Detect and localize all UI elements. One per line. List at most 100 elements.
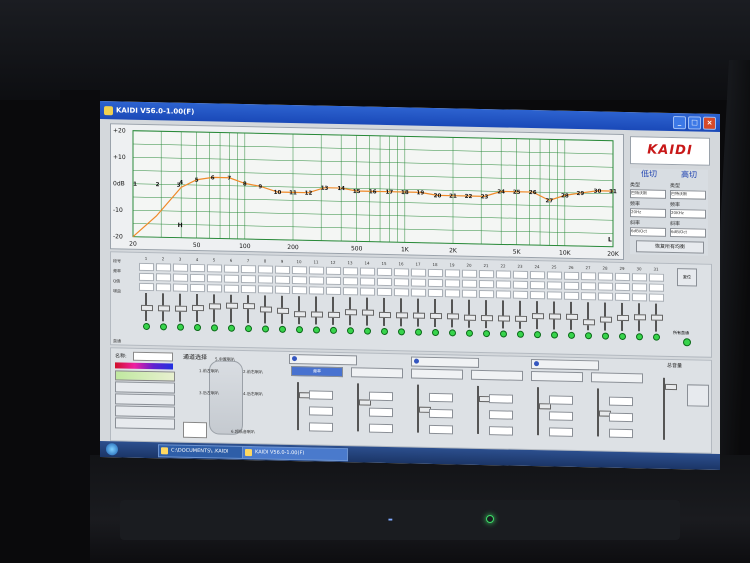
band-slider-knob[interactable] bbox=[226, 302, 238, 309]
band-gain-slider[interactable] bbox=[481, 300, 493, 329]
band-q-field[interactable] bbox=[615, 282, 630, 292]
param-value-field[interactable] bbox=[489, 394, 513, 404]
param-value-field[interactable] bbox=[429, 392, 453, 403]
master-volume-knob[interactable] bbox=[665, 383, 677, 391]
param-column-title[interactable] bbox=[531, 371, 583, 383]
band-bypass-led-icon[interactable] bbox=[414, 328, 422, 336]
param-slider[interactable] bbox=[357, 383, 371, 432]
band-freq-field[interactable] bbox=[496, 270, 511, 279]
band-slider-knob[interactable] bbox=[328, 311, 340, 319]
band-gain-field[interactable] bbox=[224, 284, 239, 293]
band-q-field[interactable] bbox=[292, 276, 307, 285]
band-gain-slider[interactable] bbox=[447, 299, 459, 328]
param-value-field[interactable] bbox=[309, 422, 333, 432]
band-slider-knob[interactable] bbox=[634, 313, 646, 320]
band-freq-field[interactable] bbox=[343, 267, 358, 276]
band-slider-knob[interactable] bbox=[566, 313, 578, 321]
band-gain-field[interactable] bbox=[190, 283, 205, 293]
band-slider-knob[interactable] bbox=[617, 314, 629, 322]
band-slider-knob[interactable] bbox=[413, 312, 425, 319]
band-q-field[interactable] bbox=[598, 282, 613, 291]
band-gain-field[interactable] bbox=[496, 290, 511, 299]
group-tab-2[interactable] bbox=[411, 356, 479, 368]
band-freq-field[interactable] bbox=[139, 262, 154, 272]
band-freq-field[interactable] bbox=[190, 263, 205, 273]
band-bypass-led-icon[interactable] bbox=[533, 331, 541, 339]
band-slider-knob[interactable] bbox=[175, 305, 187, 312]
band-q-field[interactable] bbox=[173, 273, 188, 282]
band-freq-field[interactable] bbox=[173, 263, 188, 272]
param-slider[interactable] bbox=[297, 382, 311, 431]
band-freq-field[interactable] bbox=[632, 273, 647, 282]
band-bypass-led-icon[interactable] bbox=[618, 332, 626, 341]
band-q-field[interactable] bbox=[411, 278, 426, 287]
param-value-field[interactable] bbox=[309, 390, 333, 400]
band-gain-slider[interactable] bbox=[464, 299, 476, 328]
band-q-field[interactable] bbox=[156, 273, 171, 282]
band-bypass-led-icon[interactable] bbox=[295, 326, 303, 334]
master-volume-track[interactable] bbox=[663, 377, 677, 440]
band-bypass-led-icon[interactable] bbox=[278, 325, 286, 333]
band-gain-field[interactable] bbox=[530, 291, 545, 300]
band-bypass-led-icon[interactable] bbox=[329, 326, 337, 334]
group-tab-1[interactable] bbox=[289, 353, 357, 366]
band-gain-field[interactable] bbox=[173, 283, 188, 292]
band-slider-knob[interactable] bbox=[583, 318, 595, 325]
band-bypass-led-icon[interactable] bbox=[227, 324, 235, 332]
band-slider-knob[interactable] bbox=[481, 314, 493, 322]
low-cut-type-select[interactable]: 巴特沃斯 bbox=[630, 189, 666, 199]
band-q-field[interactable] bbox=[275, 275, 290, 284]
band-gain-slider[interactable] bbox=[362, 297, 374, 326]
left-button-3[interactable] bbox=[115, 405, 175, 418]
band-gain-slider[interactable] bbox=[600, 302, 612, 331]
band-freq-field[interactable] bbox=[615, 272, 630, 282]
band-gain-slider[interactable] bbox=[311, 296, 323, 325]
band-gain-slider[interactable] bbox=[617, 302, 629, 331]
band-bypass-led-icon[interactable] bbox=[142, 322, 150, 331]
high-cut-slope-select[interactable]: 6dB/Oct bbox=[670, 227, 706, 238]
band-slider-knob[interactable] bbox=[651, 314, 663, 321]
band-bypass-led-icon[interactable] bbox=[516, 330, 524, 338]
band-slider-knob[interactable] bbox=[260, 305, 272, 313]
band-gain-field[interactable] bbox=[581, 292, 596, 301]
band-gain-field[interactable] bbox=[564, 291, 579, 301]
minimize-button[interactable]: _ bbox=[673, 116, 686, 130]
band-slider-knob[interactable] bbox=[447, 312, 459, 320]
master-preview-box[interactable] bbox=[687, 384, 709, 407]
channel-2-label[interactable]: 2.前右喇叭 bbox=[243, 369, 263, 375]
band-bypass-led-icon[interactable] bbox=[346, 327, 354, 335]
band-freq-field[interactable] bbox=[326, 266, 341, 276]
band-freq-field[interactable] bbox=[224, 264, 239, 273]
band-q-field[interactable] bbox=[530, 281, 545, 290]
band-gain-slider[interactable] bbox=[209, 294, 221, 323]
band-slider-knob[interactable] bbox=[362, 309, 374, 316]
close-button[interactable]: × bbox=[703, 116, 716, 130]
band-gain-field[interactable] bbox=[156, 283, 171, 292]
maximize-button[interactable]: □ bbox=[688, 116, 701, 130]
channel-5-label[interactable]: 5.中置喇叭 bbox=[215, 356, 235, 362]
band-gain-field[interactable] bbox=[326, 286, 341, 296]
param-value-field[interactable] bbox=[429, 408, 453, 419]
band-bypass-led-icon[interactable] bbox=[210, 324, 218, 332]
band-gain-field[interactable] bbox=[292, 286, 307, 295]
band-bypass-led-icon[interactable] bbox=[482, 330, 490, 338]
band-gain-field[interactable] bbox=[649, 293, 664, 302]
name-input[interactable] bbox=[133, 351, 173, 362]
band-q-field[interactable] bbox=[547, 281, 562, 290]
param-value-field[interactable] bbox=[549, 427, 573, 437]
band-gain-field[interactable] bbox=[207, 284, 222, 293]
band-q-field[interactable] bbox=[632, 283, 647, 292]
band-bypass-led-icon[interactable] bbox=[584, 332, 592, 340]
param-column-title[interactable] bbox=[411, 368, 463, 380]
reset-all-eq-button[interactable]: 恢复所有均衡 bbox=[636, 240, 704, 254]
band-gain-slider[interactable] bbox=[379, 297, 391, 326]
band-freq-field[interactable] bbox=[564, 271, 579, 281]
band-gain-slider[interactable] bbox=[396, 298, 408, 327]
band-q-field[interactable] bbox=[190, 273, 205, 283]
band-gain-slider[interactable] bbox=[141, 292, 153, 321]
param-value-field[interactable] bbox=[309, 406, 333, 416]
band-gain-slider[interactable] bbox=[430, 298, 442, 328]
band-slider-knob[interactable] bbox=[345, 309, 357, 316]
band-gain-field[interactable] bbox=[258, 285, 273, 294]
band-bypass-led-icon[interactable] bbox=[244, 325, 252, 333]
